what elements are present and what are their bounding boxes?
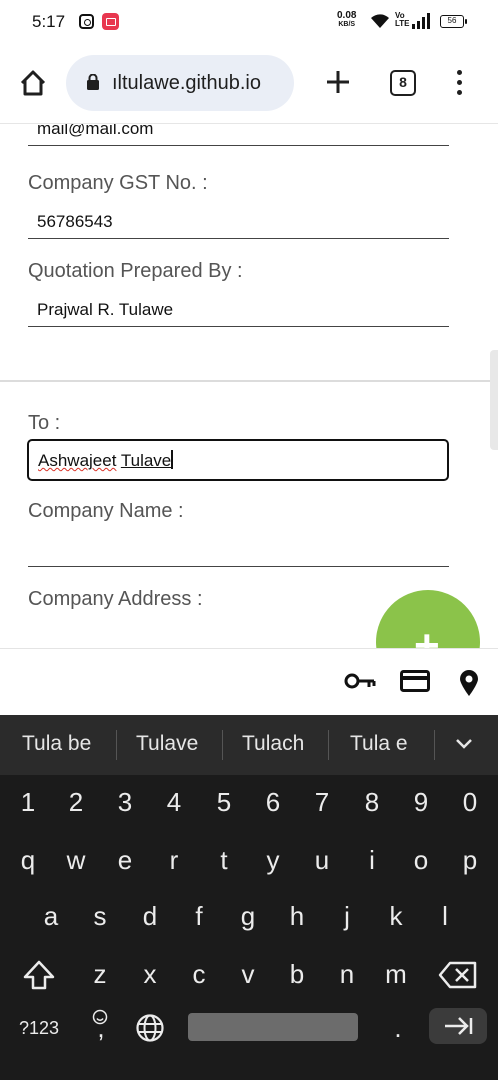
add-fab-button[interactable]: + xyxy=(376,590,480,648)
tab-next-icon xyxy=(445,1017,473,1035)
globe-icon[interactable] xyxy=(135,1013,165,1043)
credit-card-icon[interactable] xyxy=(400,670,430,692)
next-button[interactable] xyxy=(429,1008,487,1044)
key-8[interactable]: 8 xyxy=(352,787,392,818)
prepared-by-label: Quotation Prepared By : xyxy=(28,260,243,282)
network-speed-unit: KB/S xyxy=(338,21,356,28)
company-address-label: Company Address : xyxy=(28,588,203,610)
key-z[interactable]: z xyxy=(80,959,120,990)
company-name-label: Company Name : xyxy=(28,500,184,522)
key-y[interactable]: y xyxy=(253,845,293,876)
symbols-key[interactable]: ?123 xyxy=(14,1018,64,1039)
menu-icon[interactable] xyxy=(450,70,468,98)
instagram-notification-icon xyxy=(79,14,94,29)
key-e[interactable]: e xyxy=(105,845,145,876)
to-label: To : xyxy=(28,412,61,434)
key-o[interactable]: o xyxy=(401,845,441,876)
company-name-field[interactable] xyxy=(28,539,449,567)
key-g[interactable]: g xyxy=(228,901,268,932)
key-b[interactable]: b xyxy=(277,959,317,990)
status-bar: 5:17 0.08 KB/S Vo LTE 56 xyxy=(0,0,498,44)
email-field[interactable]: mail@mail.com xyxy=(28,124,449,146)
shift-icon[interactable] xyxy=(22,959,56,991)
key-2[interactable]: 2 xyxy=(56,787,96,818)
key-d[interactable]: d xyxy=(130,901,170,932)
autofill-bar xyxy=(0,648,498,715)
key-w[interactable]: w xyxy=(56,845,96,876)
key-j[interactable]: j xyxy=(327,901,367,932)
wifi-icon xyxy=(371,14,389,28)
key-r[interactable]: r xyxy=(154,845,194,876)
comma-key[interactable]: , xyxy=(81,1013,121,1044)
signal-icon xyxy=(412,13,430,29)
location-pin-icon[interactable] xyxy=(458,669,480,697)
address-bar[interactable]: ıltulawe.github.io xyxy=(66,55,294,111)
key-m[interactable]: m xyxy=(376,959,416,990)
url-text[interactable]: ıltulawe.github.io xyxy=(112,72,288,95)
status-time: 5:17 xyxy=(32,12,66,31)
key-1[interactable]: 1 xyxy=(8,787,48,818)
key-v[interactable]: v xyxy=(228,959,268,990)
key-5[interactable]: 5 xyxy=(204,787,244,818)
browser-toolbar: ıltulawe.github.io 8 xyxy=(0,44,498,124)
suggestion-2[interactable]: Tulave xyxy=(136,732,198,756)
tab-switcher-button[interactable]: 8 xyxy=(390,70,416,96)
spacebar[interactable] xyxy=(188,1013,358,1041)
suggestion-1[interactable]: Tula be xyxy=(22,732,91,756)
key-6[interactable]: 6 xyxy=(253,787,293,818)
to-field[interactable]: Ashwajeet Tulave xyxy=(27,439,449,481)
lock-icon[interactable] xyxy=(86,74,100,90)
period-key[interactable]: . xyxy=(378,1013,418,1044)
network-speed: 0.08 KB/S xyxy=(337,11,356,29)
section-divider xyxy=(0,380,498,382)
key-7[interactable]: 7 xyxy=(302,787,342,818)
prepared-by-field[interactable]: Prajwal R. Tulawe xyxy=(28,299,449,327)
suggestion-separator xyxy=(328,730,329,760)
key-s[interactable]: s xyxy=(80,901,120,932)
soft-keyboard: Tula be Tulave Tulach Tula e 1 2 3 4 5 6… xyxy=(0,715,498,1080)
to-field-word-misspelled: Ashwajeet xyxy=(38,451,117,470)
screen-recorder-icon xyxy=(102,13,119,30)
volte-sub-label: LTE xyxy=(395,19,410,28)
gst-label: Company GST No. : xyxy=(28,172,208,194)
chevron-down-icon[interactable] xyxy=(454,737,474,751)
key-c[interactable]: c xyxy=(179,959,219,990)
text-caret xyxy=(171,450,173,469)
key-9[interactable]: 9 xyxy=(401,787,441,818)
suggestion-3[interactable]: Tulach xyxy=(242,732,304,756)
suggestion-separator xyxy=(434,730,435,760)
backspace-icon[interactable] xyxy=(438,961,478,989)
key-k[interactable]: k xyxy=(376,901,416,932)
key-a[interactable]: a xyxy=(31,901,71,932)
suggestion-strip: Tula be Tulave Tulach Tula e xyxy=(0,715,498,775)
new-tab-icon[interactable] xyxy=(322,66,354,98)
key-h[interactable]: h xyxy=(277,901,317,932)
key-p[interactable]: p xyxy=(450,845,490,876)
key-l[interactable]: l xyxy=(425,901,465,932)
network-speed-value: 0.08 xyxy=(337,10,357,21)
key-i[interactable]: i xyxy=(352,845,392,876)
suggestion-separator xyxy=(116,730,117,760)
volte-indicator: Vo LTE xyxy=(395,12,410,28)
key-3[interactable]: 3 xyxy=(105,787,145,818)
key-u[interactable]: u xyxy=(302,845,342,876)
scroll-handle[interactable] xyxy=(490,350,498,450)
key-n[interactable]: n xyxy=(327,959,367,990)
plus-icon: + xyxy=(414,621,440,649)
key-0[interactable]: 0 xyxy=(450,787,490,818)
battery-icon: 56 xyxy=(440,15,467,28)
key-q[interactable]: q xyxy=(8,845,48,876)
suggestion-separator xyxy=(222,730,223,760)
home-icon[interactable] xyxy=(18,68,48,98)
key-icon[interactable] xyxy=(344,671,376,691)
key-f[interactable]: f xyxy=(179,901,219,932)
key-x[interactable]: x xyxy=(130,959,170,990)
suggestion-4[interactable]: Tula e xyxy=(350,732,408,756)
key-4[interactable]: 4 xyxy=(154,787,194,818)
gst-field[interactable]: 56786543 xyxy=(28,211,449,239)
to-field-word-composing: Tulave xyxy=(120,451,172,470)
key-t[interactable]: t xyxy=(204,845,244,876)
quotation-form: mail@mail.com Company GST No. : 56786543… xyxy=(0,124,498,648)
